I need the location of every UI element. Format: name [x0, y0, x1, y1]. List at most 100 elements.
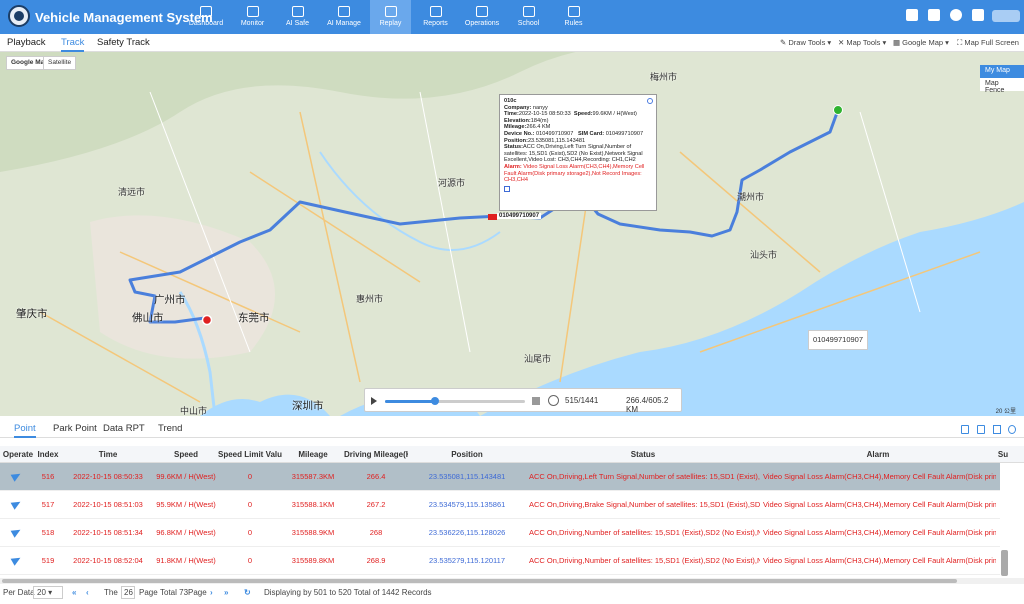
map-tools-button[interactable]: ✕ Map Tools ▾ [838, 38, 886, 47]
tab-park-point[interactable]: Park Point [53, 423, 97, 434]
nav-monitor[interactable]: Monitor [232, 0, 273, 34]
satellite-type-button[interactable]: Satellite [43, 56, 77, 70]
city-label: 广州市 [154, 294, 186, 306]
send-icon[interactable] [10, 470, 23, 482]
cell-speed: 95.9KM / H(West) [156, 500, 216, 509]
cell-index: 517 [41, 500, 55, 509]
nav-ai-manage[interactable]: AI Manage [322, 0, 366, 34]
car-plate-label[interactable]: 010499710907 [497, 213, 542, 219]
stop-icon[interactable] [532, 397, 540, 405]
city-label: 潮州市 [737, 192, 765, 202]
page-input[interactable]: 26 [121, 586, 135, 599]
city-label: 中山市 [180, 406, 208, 416]
send-icon[interactable] [10, 554, 23, 566]
table-row[interactable]: 518 2022-10-15 08:51:34 96.8KM / H(West) 0 3… [0, 519, 1000, 547]
elevation-label: Elevation: [504, 117, 531, 124]
table-header: Operate Index Time Speed Speed Limit Val… [0, 446, 1024, 463]
shield-icon [291, 6, 304, 17]
user-name-blurred[interactable] [992, 10, 1020, 22]
export-pdf-icon[interactable] [961, 425, 969, 434]
playback-controls: 515/1441 266.4/605.2 KM [364, 388, 682, 414]
draw-tools-button[interactable]: ✎ Draw Tools ▾ [780, 38, 831, 47]
map-scale: 20 公里 [995, 409, 1016, 415]
col-driving-mileage: Driving Mileage(KM) [344, 450, 408, 459]
shirt-icon[interactable] [906, 9, 918, 21]
map-view[interactable]: Google Map Satellite My Map Map Fence 清远… [0, 52, 1024, 416]
prev-page-button[interactable]: ‹ [86, 588, 89, 597]
time-value: 2022-10-15 08:50:33 [518, 111, 571, 118]
table-row[interactable]: 519 2022-10-15 08:52:04 91.8KM / H(West) 0 3… [0, 547, 1000, 575]
city-label: 东莞市 [238, 312, 270, 324]
total-pages: Total 73Page [160, 588, 207, 597]
nav-operations[interactable]: Operations [460, 0, 504, 34]
elevation-value: 184(m) [530, 117, 549, 124]
per-data-label: Per Data [3, 588, 35, 597]
nav-ai-safe[interactable]: AI Safe [277, 0, 318, 34]
nav-reports[interactable]: Reports [415, 0, 456, 34]
pagination-bar: Per Data 20 ▾ « ‹ The 26 Page Total 73Pa… [0, 586, 1024, 604]
nav-dashboard[interactable]: Dashboard [184, 0, 228, 34]
nav-label: School [517, 20, 540, 27]
video-icon[interactable] [504, 185, 510, 192]
subtab-safety-track[interactable]: Safety Track [97, 37, 150, 48]
tab-point[interactable]: Point [14, 423, 36, 438]
cell-position: 23.535081,115.143481 [428, 472, 506, 481]
operations-icon [476, 6, 488, 17]
refresh-icon[interactable]: ↻ [244, 588, 251, 597]
filter-icon[interactable] [993, 425, 1001, 434]
city-label: 汕头市 [750, 250, 778, 260]
table-row[interactable]: 517 2022-10-15 08:51:03 95.9KM / H(West) 0 3… [0, 491, 1000, 519]
speed-dial-icon[interactable] [548, 395, 559, 406]
subtab-track[interactable]: Track [61, 37, 85, 52]
user-icon[interactable] [972, 9, 984, 21]
vertical-scrollbar[interactable] [1001, 550, 1008, 576]
next-page-button[interactable]: › [210, 588, 213, 597]
send-icon[interactable] [10, 526, 23, 538]
nav-replay[interactable]: Replay [370, 0, 411, 34]
tab-trend[interactable]: Trend [158, 423, 182, 434]
nav-rules[interactable]: Rules [553, 0, 594, 34]
send-icon[interactable] [10, 498, 23, 510]
bell-icon[interactable] [950, 9, 962, 21]
app-logo [8, 5, 30, 27]
last-page-button[interactable]: » [224, 588, 228, 597]
cell-limit: 0 [247, 528, 253, 537]
replay-icon [384, 6, 397, 17]
cell-driving: 268 [369, 528, 383, 537]
alarm-value: Video Signal Loss Alarm(CH3,CH4),Memory … [504, 163, 645, 184]
cell-alarm: Video Signal Loss Alarm(CH3,CH4),Memory … [763, 500, 996, 509]
progress-slider[interactable] [385, 397, 525, 405]
cell-time: 2022-10-15 08:52:04 [73, 556, 143, 565]
per-page-value: 20 [37, 588, 46, 597]
google-map-button[interactable]: ▦ Google Map ▾ [893, 38, 949, 47]
school-icon [522, 6, 535, 17]
subtab-playback[interactable]: Playback [7, 37, 46, 48]
nav-label: AI Safe [286, 20, 309, 27]
progress-handle[interactable] [430, 397, 439, 405]
map-full-screen-button[interactable]: ⛶ Map Full Screen [957, 38, 1019, 48]
export-excel-icon[interactable] [977, 425, 985, 434]
settings-icon[interactable] [1008, 425, 1016, 434]
popup-status: Status:ACC On,Driving,Left Turn Signal,N… [504, 144, 652, 164]
close-icon[interactable] [647, 98, 653, 104]
col-su: Su [997, 450, 1009, 459]
horizontal-scroll-thumb[interactable] [2, 579, 957, 583]
table-row[interactable]: 516 2022-10-15 08:50:33 99.6KM / H(West) 0 3… [0, 463, 1000, 491]
popup-position: Position:23.535081,115.143481 [504, 138, 652, 145]
first-page-button[interactable]: « [72, 588, 76, 597]
tab-data-rpt[interactable]: Data RPT [103, 423, 145, 434]
horizontal-scrollbar[interactable] [0, 578, 1024, 584]
col-speed-limit: Speed Limit Value [218, 450, 282, 459]
map-fence-button[interactable]: Map Fence [980, 78, 1024, 94]
popup-device: Device No.: 010499710907 SIM Card: 01049… [504, 131, 652, 138]
plate-box[interactable]: 010499710907 [808, 330, 868, 350]
my-map-button[interactable]: My Map [980, 65, 1024, 78]
play-icon[interactable] [371, 397, 377, 405]
monitor-icon[interactable] [928, 9, 940, 21]
header-actions [906, 9, 984, 21]
page-label: Page [139, 588, 158, 597]
nav-label: Monitor [240, 20, 265, 27]
nav-school[interactable]: School [508, 0, 549, 34]
cell-status: ACC On,Driving,Left Turn Signal,Number o… [529, 472, 760, 481]
per-page-select[interactable]: 20 ▾ [33, 586, 63, 599]
